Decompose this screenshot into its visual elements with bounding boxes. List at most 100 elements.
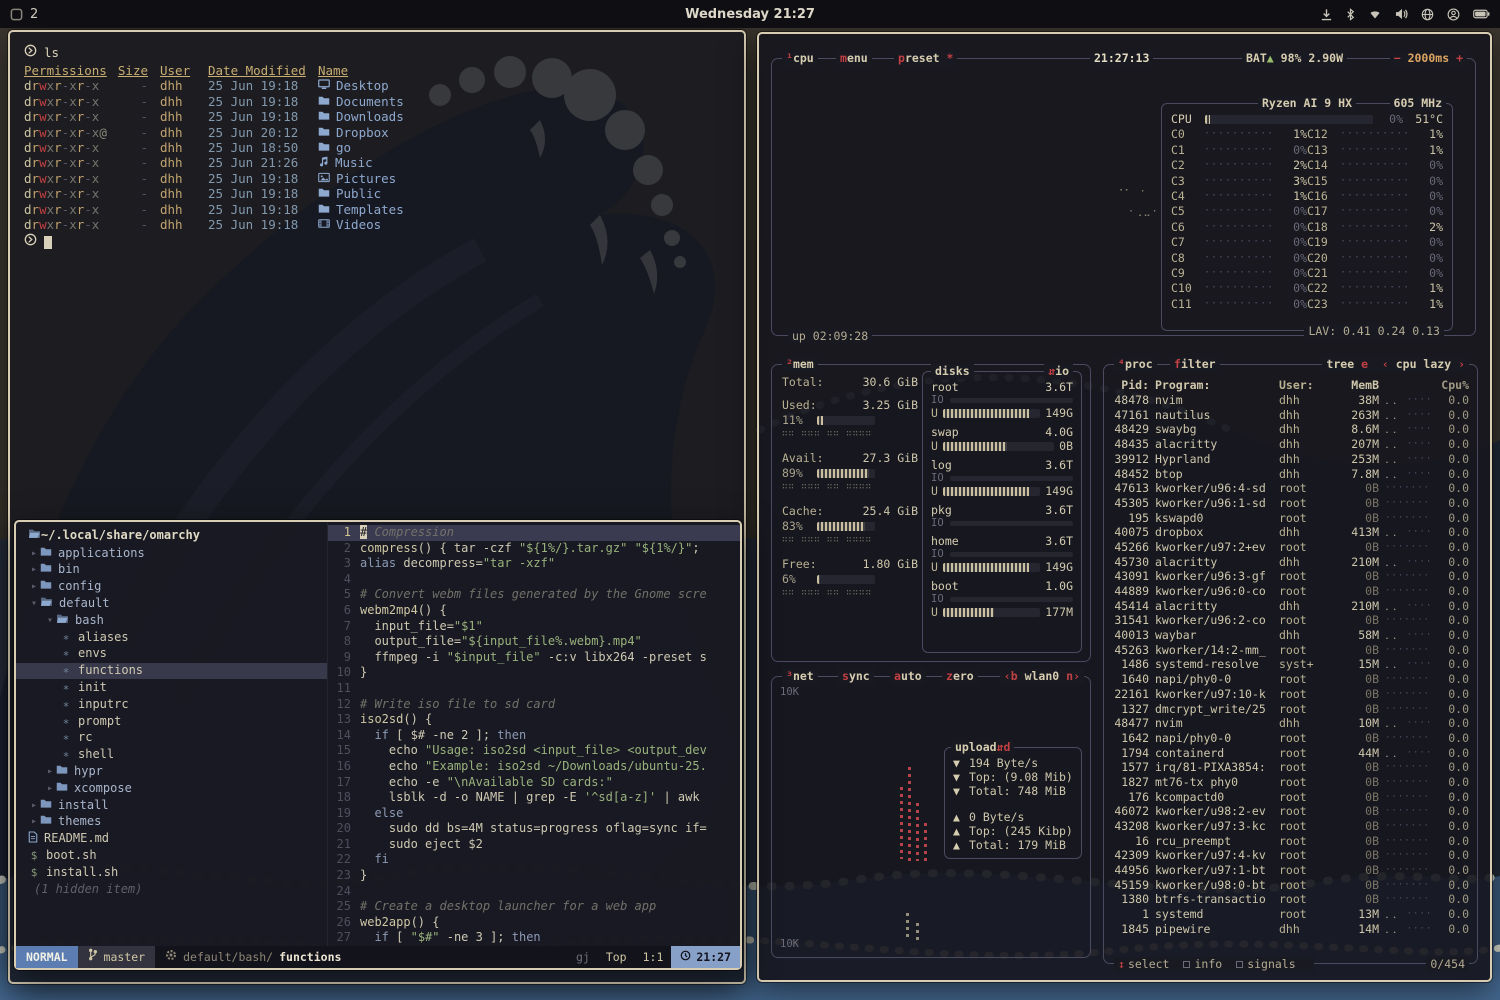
code-line[interactable]: 2compress() { tar -czf "${1%/}.tar.gz" "…: [328, 541, 740, 557]
net-zero-toggle[interactable]: zero: [942, 669, 978, 684]
tree-item-shell[interactable]: ∗shell: [16, 747, 327, 764]
process-row[interactable]: 1486systemd-resolvesyst+15M⡀⡀ ·······0.0: [1104, 657, 1477, 672]
process-row[interactable]: 40075dropboxdhh413M⡀⡀ ·······0.0: [1104, 525, 1477, 540]
process-row[interactable]: 45414alacrittydhh210M⡀⡀ ·······0.0: [1104, 599, 1477, 614]
process-row[interactable]: 45266kworker/u97:2+evroot0B·······0.0: [1104, 540, 1477, 555]
code-line[interactable]: 27 if [ "$#" -ne 3 ]; then: [328, 930, 740, 946]
code-line[interactable]: 4: [328, 572, 740, 588]
footer-signals[interactable]: signals: [1236, 957, 1295, 971]
tree-item--1-hidden-item-[interactable]: (1 hidden item): [16, 881, 327, 898]
code-line[interactable]: 16 echo "Example: iso2sd ~/Downloads/ubu…: [328, 759, 740, 775]
process-row[interactable]: 16rcu_preemptroot0B·······0.0: [1104, 834, 1477, 849]
neovim-window[interactable]: ~/.local/share/omarchy▸applications▸bin▸…: [14, 520, 742, 970]
code-line[interactable]: 17 echo -e "\nAvailable SD cards:": [328, 775, 740, 791]
net-sync-toggle[interactable]: sync: [838, 669, 874, 684]
code-line[interactable]: 25# Create a desktop launcher for a web …: [328, 899, 740, 915]
process-row[interactable]: 45305kworker/u96:1-sdroot0B·······0.0: [1104, 496, 1477, 511]
menu-button[interactable]: menu: [836, 51, 872, 66]
tree-item-init[interactable]: ∗init: [16, 679, 327, 696]
tree-item-applications[interactable]: ▸applications: [16, 545, 327, 562]
process-row[interactable]: 46072kworker/u98:2-evroot0B·······0.0: [1104, 804, 1477, 819]
workspace-indicator[interactable]: 2: [10, 7, 38, 22]
process-row[interactable]: 43091kworker/u96:3-gfroot0B·······0.0: [1104, 569, 1477, 584]
header-memb[interactable]: MemB: [1335, 378, 1379, 393]
tree-item-themes[interactable]: ▸themes: [16, 814, 327, 831]
process-row[interactable]: 43208kworker/u97:3-kcroot0B·······0.0: [1104, 819, 1477, 834]
proc-box-title[interactable]: ⁴proc: [1114, 357, 1157, 372]
process-row[interactable]: 22161kworker/u97:10-kroot0B·······0.0: [1104, 687, 1477, 702]
process-row[interactable]: 47161nautilusdhh263M⡀⡀ ·······0.0: [1104, 408, 1477, 423]
code-line[interactable]: 12# Write iso file to sd card: [328, 697, 740, 713]
volume-icon[interactable]: [1395, 8, 1408, 20]
code-line[interactable]: 15 echo "Usage: iso2sd <input_file> <out…: [328, 743, 740, 759]
tree-item-readme-md[interactable]: README.md: [16, 831, 327, 848]
tree-item-bash[interactable]: ▾bash: [16, 612, 327, 629]
process-row[interactable]: 1845pipewiredhh14M⡀⡀ ·······0.0: [1104, 922, 1477, 937]
process-header[interactable]: Pid: Program: User: MemB Cpu%: [1104, 378, 1477, 393]
code-line[interactable]: 7 input_file="$1": [328, 619, 740, 635]
process-row[interactable]: 1640napi/phy0-0root0B·······0.0: [1104, 672, 1477, 687]
tree-item-install-sh[interactable]: $install.sh: [16, 864, 327, 881]
process-row[interactable]: 1327dmcrypt_write/25root0B·······0.0: [1104, 701, 1477, 716]
process-row[interactable]: 44956kworker/u97:1-btroot0B·······0.0: [1104, 863, 1477, 878]
code-line[interactable]: 8 output_file="${input_file%.webm}.mp4": [328, 634, 740, 650]
code-line[interactable]: 5# Convert webm files generated by the G…: [328, 587, 740, 603]
process-row[interactable]: 1642napi/phy0-0root0B·······0.0: [1104, 731, 1477, 746]
tree-item-xcompose[interactable]: ▸xcompose: [16, 780, 327, 797]
tree-item-envs[interactable]: ∗envs: [16, 646, 327, 663]
code-pane[interactable]: 1# Compression2compress() { tar -czf "${…: [328, 522, 740, 946]
header-program[interactable]: Program:: [1155, 378, 1273, 393]
process-row[interactable]: 31541kworker/u96:2-coroot0B·······0.0: [1104, 613, 1477, 628]
proc-sort-controls[interactable]: tree e ‹ cpu lazy ›: [1322, 357, 1469, 372]
tree-item-rc[interactable]: ∗rc: [16, 730, 327, 747]
code-line[interactable]: 14 if [ $# -ne 2 ]; then: [328, 728, 740, 744]
process-row[interactable]: 45730alacrittydhh210M⡀⡀ ·······0.0: [1104, 555, 1477, 570]
tree-item-boot-sh[interactable]: $boot.sh: [16, 847, 327, 864]
process-row[interactable]: 48477nvimdhh10M⡀⡀ ·······0.0: [1104, 716, 1477, 731]
filter-button[interactable]: filter: [1170, 357, 1220, 372]
header-cpu[interactable]: Cpu%: [1437, 378, 1469, 393]
process-row[interactable]: 1380btrfs-transactioroot0B·······0.0: [1104, 892, 1477, 907]
process-row[interactable]: 48435alacrittydhh207M⡀⡀ ·······0.0: [1104, 437, 1477, 452]
code-line[interactable]: 22 fi: [328, 852, 740, 868]
process-row[interactable]: 195kswapd0root0B·······0.0: [1104, 511, 1477, 526]
tree-item-prompt[interactable]: ∗prompt: [16, 713, 327, 730]
process-row[interactable]: 42309kworker/u97:4-kvroot0B·······0.0: [1104, 848, 1477, 863]
code-line[interactable]: 26web2app() {: [328, 915, 740, 931]
process-row[interactable]: 45263kworker/14:2-mm_root0B·······0.0: [1104, 643, 1477, 658]
process-row[interactable]: 45159kworker/u98:0-btroot0B·······0.0: [1104, 878, 1477, 893]
btop-window[interactable]: ¹cpu menu preset * 21:27:13 BAT▲ 98% 2.9…: [757, 32, 1492, 982]
download-icon[interactable]: [1320, 8, 1333, 21]
prompt-line-2[interactable]: [24, 232, 730, 249]
proc-footer-keys[interactable]: ↕select info signals: [1114, 957, 1314, 972]
code-line[interactable]: 24: [328, 884, 740, 900]
tree-item-config[interactable]: ▸config: [16, 579, 327, 596]
tree-item-bin[interactable]: ▸bin: [16, 562, 327, 579]
git-branch[interactable]: master: [78, 946, 156, 968]
tree-item-functions[interactable]: ∗functions: [16, 663, 327, 680]
process-row[interactable]: 39912Hyprlanddhh253M⡀⡀ ·······0.0: [1104, 452, 1477, 467]
process-row[interactable]: 1577irq/81-PIXA3854:root0B·······0.0: [1104, 760, 1477, 775]
process-row[interactable]: 44889kworker/u96:0-coroot0B·······0.0: [1104, 584, 1477, 599]
wifi-icon[interactable]: [1368, 8, 1382, 20]
bluetooth-icon[interactable]: [1346, 8, 1355, 21]
code-line[interactable]: 3alias decompress="tar -xzf": [328, 556, 740, 572]
file-tree-pane[interactable]: ~/.local/share/omarchy▸applications▸bin▸…: [16, 522, 328, 946]
tree-item-inputrc[interactable]: ∗inputrc: [16, 696, 327, 713]
code-line[interactable]: 9 ffmpeg -i "$input_file" -c:v libx264 -…: [328, 650, 740, 666]
process-row[interactable]: 1827mt76-tx phy0root0B·······0.0: [1104, 775, 1477, 790]
tree-item-aliases[interactable]: ∗aliases: [16, 629, 327, 646]
code-line[interactable]: 10}: [328, 665, 740, 681]
update-interval[interactable]: − 2000ms +: [1390, 51, 1467, 66]
tree-root[interactable]: ~/.local/share/omarchy: [16, 527, 327, 545]
footer-select[interactable]: ↕select: [1118, 957, 1169, 971]
globe-icon[interactable]: [1421, 8, 1434, 21]
battery-icon[interactable]: [1473, 9, 1490, 19]
process-row[interactable]: 48452btopdhh7.8M⡀⡀ ·······0.0: [1104, 466, 1477, 481]
io-toggle[interactable]: ⇵io: [1044, 364, 1073, 379]
process-row[interactable]: 48478nvimdhh38M⡀⡀ ·······0.0: [1104, 393, 1477, 408]
footer-info[interactable]: info: [1183, 957, 1222, 971]
process-row[interactable]: 48429swaybgdhh8.6M⡀⡀ ·······0.0: [1104, 422, 1477, 437]
mem-box-title[interactable]: ²mem: [782, 357, 818, 372]
account-icon[interactable]: [1447, 8, 1460, 21]
